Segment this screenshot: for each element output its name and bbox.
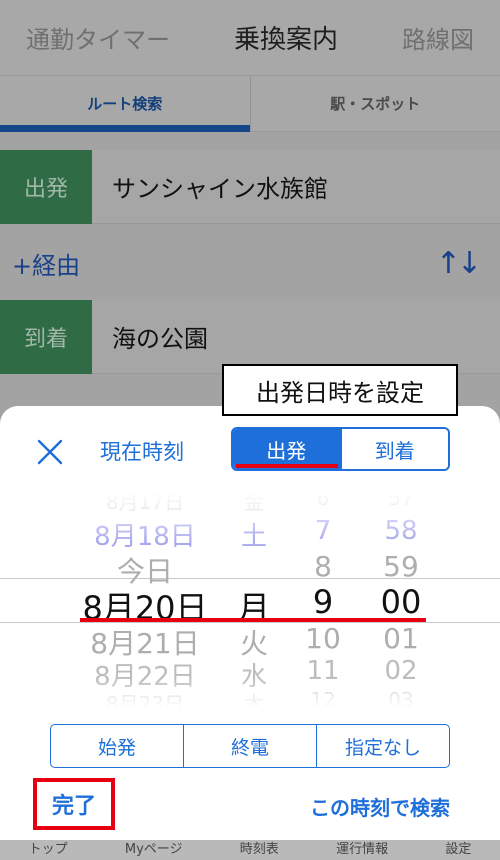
mode-arrival[interactable]: 到着 [339,429,448,469]
arrival-value: 海の公園 [112,325,208,353]
picker-hour[interactable]: 7 [292,516,354,546]
arrival-row[interactable]: 到着 海の公園 [0,299,500,374]
picker-hour[interactable]: 6 [292,492,354,510]
add-via-button[interactable]: +経由 [12,246,80,281]
picker-weekday[interactable]: 木 [224,688,284,708]
via-row: +経由 ↑↓ [0,226,500,300]
search-with-time-button[interactable]: この時刻で検索 [310,792,450,821]
tab-route-search[interactable]: ルート検索 [0,76,250,131]
active-tab-indicator [0,125,250,132]
bottom-nav: トップ Myページ 時刻表 運行情報 設定 [0,838,500,860]
departure-label: 出発 [0,149,92,224]
tab-station-spot[interactable]: 駅・スポット [249,76,500,131]
picker-hour-selected[interactable]: 9 [292,583,354,621]
departure-value: サンシャイン水族館 [112,175,328,203]
picker-hour[interactable]: 12 [292,688,354,708]
current-time-button[interactable]: 現在時刻 [100,436,184,466]
nav-my-page[interactable]: Myページ [125,838,183,857]
picker-minute-selected[interactable]: 00 [366,583,436,621]
first-train-button[interactable]: 始発 [51,725,183,767]
picker-hour[interactable]: 11 [292,656,354,686]
picker-hour[interactable]: 8 [292,550,354,583]
picker-weekday[interactable]: 金 [224,492,284,515]
picker-minute[interactable]: 02 [366,656,436,686]
arrival-label: 到着 [0,299,92,374]
picker-minute[interactable]: 58 [366,516,436,546]
app-header: 通勤タイマー 乗換案内 路線図 [0,0,500,76]
picker-date[interactable]: 8月18日 [60,516,230,553]
close-icon[interactable] [36,438,64,466]
nav-top[interactable]: トップ [29,838,68,857]
header-route-map[interactable]: 路線図 [402,20,474,55]
nav-settings[interactable]: 設定 [445,838,471,857]
departure-row[interactable]: 出発 サンシャイン水族館 [0,149,500,224]
picker-date[interactable]: 8月23日 [60,688,230,708]
datetime-picker[interactable]: 8月17日 8月18日 今日 8月20日 8月21日 8月22日 8月23日金土月火水木 6 7… [0,492,500,708]
nav-timetable[interactable]: 時刻表 [240,838,279,857]
header-commute-timer[interactable]: 通勤タイマー [26,20,170,55]
no-time-button[interactable]: 指定なし [316,725,449,767]
callout-label: 出発日時を設定 [222,364,458,416]
picker-minute[interactable]: 03 [366,688,436,708]
picker-weekday[interactable]: 土 [224,516,284,553]
page-title: 乗換案内 [233,25,338,55]
swap-icon[interactable]: ↑↓ [436,246,482,281]
mode-departure[interactable]: 出発 [233,429,340,469]
picker-hour[interactable]: 10 [292,622,354,655]
picker-date[interactable]: 8月17日 [60,492,230,515]
highlight-underline-picker [80,618,426,622]
done-button[interactable]: 完了 [33,778,115,830]
highlight-underline-departure [236,464,338,468]
datetime-sheet: 現在時刻 出発 到着 8月17日 8月18日 今日 8月20日 8月21日 8月22日 8月… [0,406,500,840]
last-train-button[interactable]: 終電 [183,725,316,767]
picker-minute[interactable]: 01 [366,622,436,655]
picker-minute[interactable]: 57 [366,492,436,510]
search-tabs: ルート検索 駅・スポット [0,76,500,132]
picker-minute[interactable]: 59 [366,550,436,583]
nav-service-info[interactable]: 運行情報 [336,838,388,857]
quick-time-buttons: 始発 終電 指定なし [50,724,450,768]
